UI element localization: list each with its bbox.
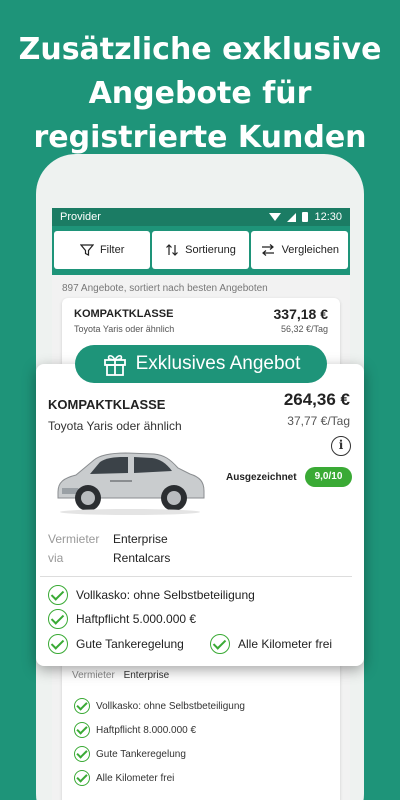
via-label: via (48, 551, 64, 565)
filter-label: Filter (99, 244, 125, 256)
offer-card[interactable]: Vermieter Enterprise Vollkasko: ohne Sel… (62, 648, 340, 800)
check-icon (74, 770, 90, 786)
feature-label: Haftpflicht 8.000.000 € (96, 724, 197, 736)
sort-label: Sortierung (185, 244, 236, 256)
feature-label: Gute Tankeregelung (96, 748, 186, 760)
total-price: 337,18 € (273, 306, 329, 322)
feature-item: Haftpflicht 8.000.000 € (74, 722, 196, 738)
feature-label: Gute Tankeregelung (76, 637, 184, 651)
feature-item: Vollkasko: ohne Selbstbeteiligung (74, 698, 245, 714)
sort-button[interactable]: Sortierung (152, 231, 249, 269)
headline-line-1: Zusätzliche exklusive (18, 32, 382, 67)
clock: 12:30 (314, 211, 342, 223)
feature-item: Alle Kilometer frei (74, 770, 174, 786)
feature-label: Alle Kilometer frei (238, 637, 333, 651)
feature-label: Vollkasko: ohne Selbstbeteiligung (76, 588, 255, 602)
gift-icon (103, 354, 126, 376)
filter-button[interactable]: Filter (54, 231, 151, 269)
vermieter-value: Enterprise (113, 532, 168, 546)
feature-label: Alle Kilometer frei (96, 772, 175, 784)
total-price: 264,36 € (283, 390, 350, 409)
car-class: KOMPAKTKLASSE (74, 308, 174, 320)
carrier-name: Provider (60, 211, 101, 223)
feature-item: Vollkasko: ohne Selbstbeteiligung (48, 585, 255, 605)
feature-item: Alle Kilometer frei (210, 634, 332, 654)
compare-icon (261, 244, 274, 256)
feature-label: Haftpflicht 5.000.000 € (76, 612, 197, 626)
car-model: Toyota Yaris oder ähnlich (74, 324, 175, 334)
wifi-icon (269, 213, 282, 221)
divider (40, 576, 352, 577)
compare-button[interactable]: Vergleichen (250, 231, 348, 269)
check-icon (210, 634, 230, 654)
check-icon (48, 585, 68, 605)
via-value: Rentalcars (113, 551, 171, 565)
car-class: KOMPAKTKLASSE (48, 397, 166, 412)
badge-label: Exklusives Angebot (135, 353, 301, 374)
check-icon (74, 698, 90, 714)
status-bar: Provider 12:30 (52, 208, 350, 226)
car-image (57, 452, 205, 515)
check-icon (74, 722, 90, 738)
feature-label: Vollkasko: ohne Selbstbeteiligung (96, 700, 245, 712)
battery-icon (302, 212, 309, 222)
feature-item: Gute Tankeregelung (48, 634, 184, 654)
filter-icon (79, 244, 94, 256)
info-icon[interactable]: i (331, 436, 351, 456)
price-per-day: 56,32 €/Tag (280, 324, 328, 334)
price-per-day: 37,77 €/Tag (287, 414, 350, 428)
check-icon (74, 746, 90, 762)
vermieter-value: Enterprise (123, 670, 170, 681)
headline: Zusätzliche exklusive Angebote für regis… (0, 28, 400, 160)
signal-icon (287, 212, 297, 222)
check-icon (48, 634, 68, 654)
toolbar: Filter Sortierung Vergleichen (52, 226, 350, 275)
compare-label: Vergleichen (281, 244, 340, 256)
feature-item: Haftpflicht 5.000.000 € (48, 609, 196, 629)
check-icon (48, 609, 68, 629)
rating-badge: 9,0/10 (305, 467, 352, 487)
sort-icon (166, 244, 179, 256)
car-model: Toyota Yaris oder ähnlich (48, 419, 182, 433)
headline-line-2: Angebote für (88, 76, 312, 111)
vermieter-label: Vermieter (48, 532, 100, 546)
exclusive-badge: Exklusives Angebot (75, 345, 327, 383)
rating-label: Ausgezeichnet (226, 472, 297, 483)
feature-item: Gute Tankeregelung (74, 746, 186, 762)
vermieter-label: Vermieter (72, 670, 115, 681)
